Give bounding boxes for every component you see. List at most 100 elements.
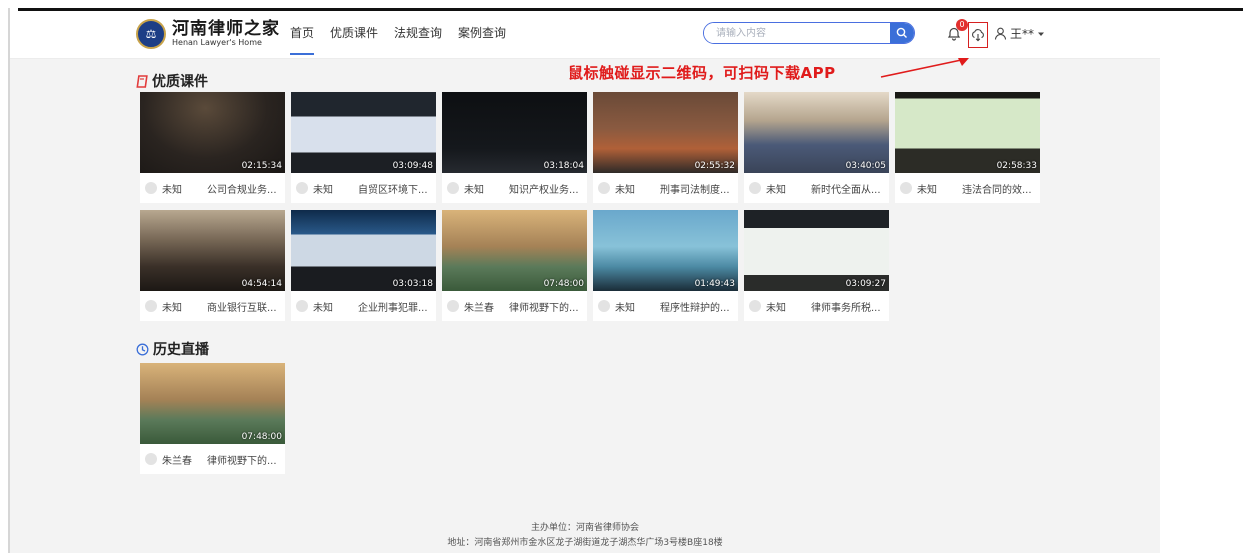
- course-card[interactable]: 01:49:43 未知 程序性辩护的...: [593, 210, 738, 321]
- search-input[interactable]: [704, 23, 890, 43]
- card-author: 未知: [615, 302, 635, 314]
- search-icon: [896, 27, 907, 38]
- card-title[interactable]: 新时代全面从...: [811, 181, 889, 196]
- card-author: 未知: [162, 184, 182, 196]
- video-thumbnail[interactable]: 07:48:00: [140, 363, 285, 444]
- video-duration: 07:48:00: [543, 279, 584, 289]
- annotation-text: 鼠标触碰显示二维码，可扫码下载APP: [568, 64, 836, 82]
- card-author: 未知: [313, 184, 333, 196]
- avatar: [296, 182, 308, 194]
- card-title[interactable]: 自贸区环境下...: [358, 181, 436, 196]
- video-duration: 01:49:43: [694, 279, 735, 289]
- video-duration: 03:03:18: [392, 279, 433, 289]
- card-title[interactable]: 公司合规业务...: [207, 181, 285, 196]
- video-thumbnail[interactable]: 04:54:14: [140, 210, 285, 291]
- video-thumbnail[interactable]: 02:58:33: [895, 92, 1040, 173]
- download-app-button[interactable]: [968, 22, 988, 48]
- video-duration: 02:55:32: [694, 161, 735, 171]
- avatar: [145, 182, 157, 194]
- nav-courses[interactable]: 优质课件: [330, 25, 378, 55]
- avatar: [447, 300, 459, 312]
- course-card[interactable]: 07:48:00 朱兰春 律师视野下的...: [442, 210, 587, 321]
- avatar: [749, 182, 761, 194]
- video-duration: 03:09:48: [392, 161, 433, 171]
- card-title[interactable]: 律师事务所税...: [811, 299, 889, 314]
- card-title[interactable]: 知识产权业务...: [509, 181, 587, 196]
- chevron-down-icon: [1038, 32, 1045, 36]
- nav-regulations[interactable]: 法规查询: [394, 25, 442, 55]
- card-info: 朱兰春 律师视野下的...: [442, 291, 587, 321]
- avatar: [749, 300, 761, 312]
- card-author: 未知: [162, 302, 182, 314]
- card-info: 未知 新时代全面从...: [744, 173, 889, 203]
- course-card[interactable]: 03:03:18 未知 企业刑事犯罪...: [291, 210, 436, 321]
- card-author: 未知: [766, 184, 786, 196]
- logo[interactable]: ⚖ 河南律师之家 Henan Lawyer's Home: [136, 19, 280, 49]
- card-info: 未知 公司合规业务...: [140, 173, 285, 203]
- user-icon: [994, 27, 1007, 40]
- logo-seal-icon: ⚖: [136, 19, 166, 49]
- notification-badge: 0: [956, 19, 968, 31]
- footer-host: 主办单位：河南省律师协会: [530, 523, 639, 533]
- card-title[interactable]: 律师视野下的...: [509, 299, 587, 314]
- course-card[interactable]: 03:40:05 未知 新时代全面从...: [744, 92, 889, 203]
- logo-title: 河南律师之家: [172, 19, 280, 39]
- video-thumbnail[interactable]: 03:09:48: [291, 92, 436, 173]
- video-thumbnail[interactable]: 02:55:32: [593, 92, 738, 173]
- search-button[interactable]: [890, 23, 914, 43]
- footer: 主办单位：河南省律师协会 地址：河南省郑州市金水区龙子湖街道龙子湖杰华广场3号楼…: [10, 521, 1160, 551]
- video-thumbnail[interactable]: 03:40:05: [744, 92, 889, 173]
- card-title[interactable]: 律师视野下的...: [207, 452, 285, 467]
- page: ⚖ 河南律师之家 Henan Lawyer's Home 首页 优质课件 法规查…: [10, 11, 1160, 553]
- course-card[interactable]: 03:09:48 未知 自贸区环境下...: [291, 92, 436, 203]
- section-courses-title: 优质课件: [136, 71, 208, 91]
- video-thumbnail[interactable]: 03:09:27: [744, 210, 889, 291]
- username: 王**: [1010, 27, 1035, 41]
- card-info: 朱兰春 律师视野下的...: [140, 444, 285, 474]
- course-card[interactable]: 03:18:04 未知 知识产权业务...: [442, 92, 587, 203]
- avatar: [145, 453, 157, 465]
- course-card[interactable]: 02:15:34 未知 公司合规业务...: [140, 92, 285, 203]
- logo-subtitle: Henan Lawyer's Home: [172, 38, 262, 47]
- video-thumbnail[interactable]: 03:18:04: [442, 92, 587, 173]
- card-title[interactable]: 程序性辩护的...: [660, 299, 738, 314]
- video-duration: 03:09:27: [845, 279, 886, 289]
- card-info: 未知 知识产权业务...: [442, 173, 587, 203]
- card-info: 未知 律师事务所税...: [744, 291, 889, 321]
- annotation-arrow: [880, 58, 969, 78]
- video-thumbnail[interactable]: 03:03:18: [291, 210, 436, 291]
- video-thumbnail[interactable]: 07:48:00: [442, 210, 587, 291]
- course-card[interactable]: 02:55:32 未知 刑事司法制度...: [593, 92, 738, 203]
- header: ⚖ 河南律师之家 Henan Lawyer's Home 首页 优质课件 法规查…: [10, 11, 1160, 59]
- card-author: 未知: [917, 184, 937, 196]
- card-title[interactable]: 企业刑事犯罪...: [358, 299, 436, 314]
- avatar: [447, 182, 459, 194]
- card-info: 未知 刑事司法制度...: [593, 173, 738, 203]
- avatar: [296, 300, 308, 312]
- card-info: 未知 违法合同的效...: [895, 173, 1040, 203]
- video-thumbnail[interactable]: 01:49:43: [593, 210, 738, 291]
- video-duration: 04:54:14: [241, 279, 282, 289]
- card-author: 未知: [464, 184, 484, 196]
- avatar: [900, 182, 912, 194]
- course-card[interactable]: 03:09:27 未知 律师事务所税...: [744, 210, 889, 321]
- course-card[interactable]: 04:54:14 未知 商业银行互联...: [140, 210, 285, 321]
- course-card[interactable]: 07:48:00 朱兰春 律师视野下的...: [140, 363, 285, 474]
- card-author: 未知: [766, 302, 786, 314]
- card-title[interactable]: 违法合同的效...: [962, 181, 1040, 196]
- video-thumbnail[interactable]: 02:15:34: [140, 92, 285, 173]
- course-card[interactable]: 02:58:33 未知 违法合同的效...: [895, 92, 1040, 203]
- nav-home[interactable]: 首页: [290, 25, 315, 55]
- video-duration: 03:40:05: [845, 161, 886, 171]
- video-duration: 03:18:04: [543, 161, 584, 171]
- user-menu[interactable]: 王**: [994, 25, 1045, 42]
- card-title[interactable]: 刑事司法制度...: [660, 181, 738, 196]
- search-box: [703, 22, 915, 44]
- video-duration: 07:48:00: [241, 432, 282, 442]
- card-title[interactable]: 商业银行互联...: [207, 299, 285, 314]
- section-history-title: 历史直播: [136, 339, 209, 359]
- nav-cases[interactable]: 案例查询: [458, 25, 506, 55]
- card-info: 未知 企业刑事犯罪...: [291, 291, 436, 321]
- card-author: 朱兰春: [162, 455, 192, 467]
- card-info: 未知 商业银行互联...: [140, 291, 285, 321]
